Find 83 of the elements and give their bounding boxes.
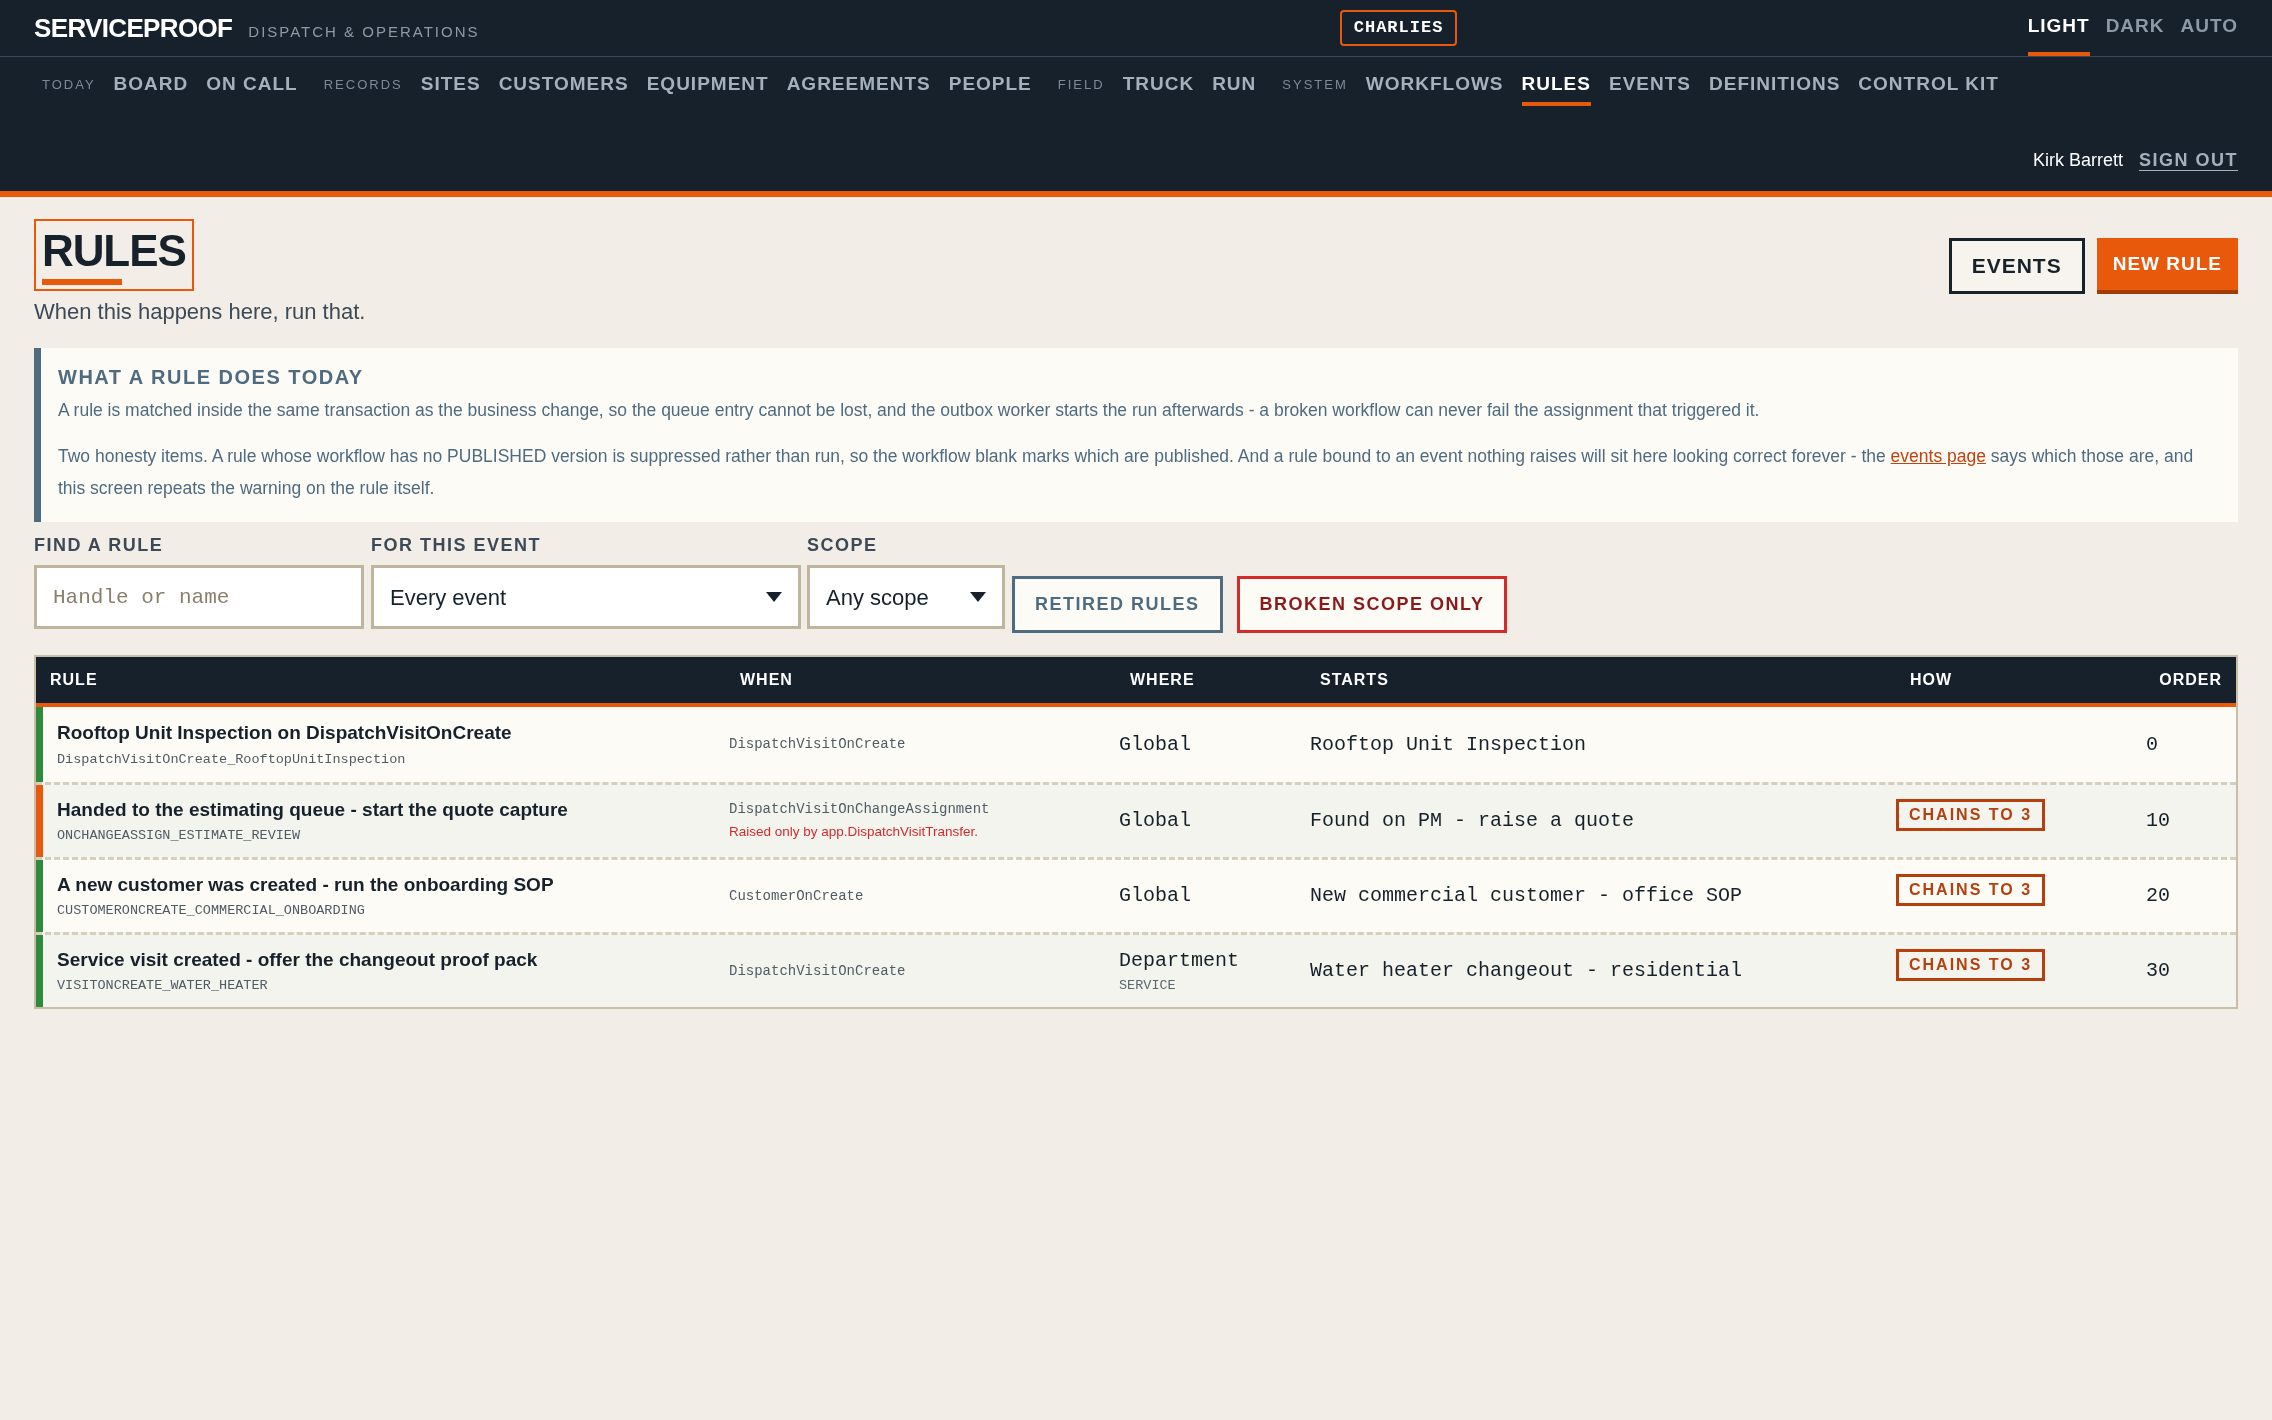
order-value: 20 (2146, 883, 2171, 909)
nav-link[interactable]: EVENTS (1608, 63, 1691, 107)
rule-handle: CUSTOMERONCREATE_COMMERCIAL_ONBOARDING (57, 902, 366, 921)
column-header: RULE (49, 670, 99, 690)
theme-option[interactable]: AUTO (2180, 0, 2238, 56)
scope-value: Global (1119, 731, 1192, 758)
event-name: DispatchVisitOnCreate (729, 961, 907, 981)
rule-handle: ONCHANGEASSIGN_ESTIMATE_REVIEW (57, 827, 302, 846)
filter-toggle-button[interactable]: BROKEN SCOPE ONLY (1236, 576, 1508, 633)
brand-logo[interactable]: SERVICEPROOF (34, 8, 233, 48)
column-header: ORDER (2158, 670, 2223, 690)
table-row[interactable]: Service visit created - offer the changeout proof pack VISITONCREATE_WATER_HEATER DispatchVisitOnCreate Department SERVICE Water heater changeout - residential CHAINS TO 3 30 (36, 932, 2236, 1007)
event-name: CustomerOnCreate (729, 886, 865, 906)
nav-link[interactable]: EQUIPMENT (646, 63, 769, 107)
rule-name[interactable]: A new customer was created - run the onboarding SOP (57, 870, 726, 900)
notice-paragraph: A rule is matched inside the same transaction as the business change, so the queue entry cannot be lost, and the outbox worker starts the run afterwards - a broken workflow can never fail the assignment that triggered it. (58, 399, 1761, 422)
chain-badge: CHAINS TO 3 (1896, 874, 2046, 906)
user-name: Kirk Barrett (2032, 148, 2123, 172)
filter-toggle-button[interactable]: RETIRED RULES (1012, 576, 1223, 633)
page-subtitle: When this happens here, run that. (34, 298, 366, 326)
column-header: STARTS (1319, 670, 1390, 690)
rule-handle: VISITONCREATE_WATER_HEATER (57, 977, 269, 996)
nav-link[interactable]: WORKFLOWS (1365, 63, 1504, 107)
theme-option[interactable]: DARK (2105, 0, 2165, 56)
event-select[interactable]: Every event (371, 565, 801, 629)
page-title: RULES (42, 229, 186, 273)
column-header: WHERE (1129, 670, 1196, 690)
event-name: DispatchVisitOnCreate (729, 735, 907, 754)
scope-value: Global (1119, 883, 1192, 909)
nav-link[interactable]: CUSTOMERS (498, 63, 629, 107)
event-name: DispatchVisitOnChangeAssignment (729, 800, 991, 820)
rule-handle: DispatchVisitOnCreate_RooftopUnitInspection (57, 750, 407, 769)
nav-link[interactable]: DEFINITIONS (1709, 63, 1841, 107)
workflow-name: Found on PM - raise a quote (1309, 808, 1636, 834)
nav-section-label: FIELD (1057, 76, 1105, 95)
nav-section-label: TODAY (42, 76, 96, 95)
rule-name[interactable]: Rooftop Unit Inspection on DispatchVisitOnCreate (57, 719, 726, 748)
nav-link[interactable]: ON CALL (206, 63, 298, 107)
scope-value: Global (1119, 808, 1192, 834)
field-label: FOR THIS EVENT (371, 534, 542, 557)
rule-name[interactable]: Handed to the estimating queue - start the quote capture (57, 795, 726, 825)
notice-heading: WHAT A RULE DOES TODAY (58, 365, 365, 390)
scope-value: Department (1119, 947, 1241, 974)
workflow-name: New commercial customer - office SOP (1309, 883, 1744, 909)
nav-section-label: RECORDS (323, 76, 403, 95)
events-button[interactable]: EVENTS (1948, 238, 2085, 294)
tenant-badge[interactable]: CHARLIES (1339, 10, 1458, 46)
rule-name[interactable]: Service visit created - offer the changeout proof pack (57, 945, 726, 975)
theme-option[interactable]: LIGHT (2027, 0, 2090, 56)
workflow-name: Water heater changeout - residential (1309, 958, 1744, 984)
column-header: HOW (1909, 670, 1954, 690)
dropdown-caret-icon (970, 592, 986, 602)
order-value: 0 (2146, 731, 2159, 758)
sign-out-link[interactable]: SIGN OUT (2139, 146, 2238, 174)
scope-detail: SERVICE (1119, 976, 1177, 995)
new-rule-button[interactable]: NEW RULE (2096, 238, 2238, 294)
nav-link[interactable]: TRUCK (1122, 63, 1195, 107)
rule-search-field[interactable]: Handle or name (34, 565, 364, 629)
field-label: SCOPE (807, 534, 879, 557)
nav-link[interactable]: SITES (420, 63, 481, 107)
nav-link[interactable]: AGREEMENTS (786, 63, 931, 107)
table-row[interactable]: Rooftop Unit Inspection on DispatchVisitOnCreate DispatchVisitOnCreate_RooftopUnitInspection DispatchVisitOnCreate Global Rooftop Unit Inspection 0 (36, 707, 2236, 782)
table-row[interactable]: A new customer was created - run the onboarding SOP CUSTOMERONCREATE_COMMERCIAL_ONBOARDING CustomerOnCreate Global New commercial customer - office SOP CHAINS TO 3 20 (36, 857, 2236, 932)
scope-select[interactable]: Any scope (807, 565, 1005, 629)
nav-link[interactable]: PEOPLE (948, 63, 1032, 107)
field-label: FIND A RULE (34, 534, 165, 557)
chain-badge: CHAINS TO 3 (1896, 949, 2046, 981)
dropdown-caret-icon (766, 592, 782, 602)
brand-tagline: DISPATCH & OPERATIONS (248, 21, 480, 42)
nav-link[interactable]: CONTROL KIT (1858, 63, 1999, 107)
order-value: 10 (2146, 808, 2171, 834)
event-warning: Raised only by app.DispatchVisitTransfer. (729, 823, 980, 842)
nav-link[interactable]: BOARD (113, 63, 189, 107)
nav-link[interactable]: RULES (1521, 63, 1591, 107)
table-row[interactable] (36, 782, 2236, 857)
events-page-link[interactable]: events page (1890, 446, 1986, 466)
nav-section-label: SYSTEM (1282, 76, 1348, 95)
column-header: WHEN (739, 670, 794, 690)
nav-link[interactable]: RUN (1212, 63, 1257, 107)
chain-badge: CHAINS TO 3 (1896, 799, 2046, 831)
notice-paragraph: Two honesty items. A rule whose workflow has no PUBLISHED version is suppressed rather than run, so the workflow blank marks which are published. And a rule bound to an event nothing raises will sit here looking correct forever - the events page says which those are, and this screen repeats the warning on the rule itself. (58, 445, 2195, 500)
workflow-name: Rooftop Unit Inspection (1309, 731, 1588, 758)
order-value: 30 (2146, 958, 2171, 984)
